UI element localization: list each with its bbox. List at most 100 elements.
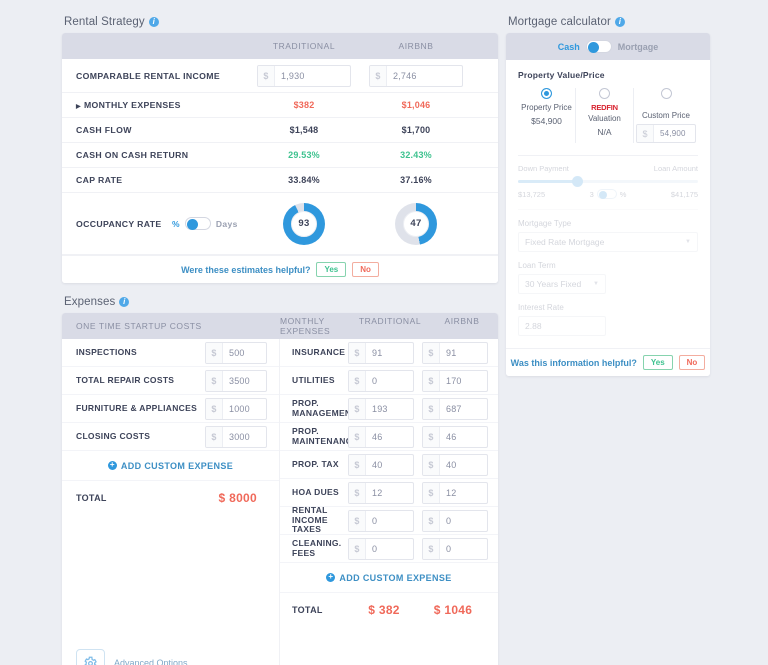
advanced-options-row[interactable]: Advanced Options: [62, 635, 279, 665]
table-row: PROP. MANAGEMENT $ 193 $ 687: [280, 395, 498, 423]
add-custom-expense-startup-button[interactable]: + ADD CUSTOM EXPENSE: [62, 451, 279, 481]
mortgage-calculator-title-text: Mortgage calculator: [508, 16, 611, 28]
loan-term-select[interactable]: 30 Years Fixed ▼: [518, 274, 606, 294]
down-payment-slider[interactable]: [518, 176, 698, 187]
toggle-label-percent: %: [172, 218, 180, 229]
toggle-label-days: Days: [215, 218, 238, 229]
currency-prefix: $: [423, 426, 440, 447]
info-icon[interactable]: i: [119, 297, 130, 307]
insurance-traditional-input[interactable]: $ 91: [348, 341, 414, 364]
expenses-table-header: ONE TIME STARTUP COSTS MONTHLY EXPENSES …: [62, 313, 498, 339]
prop-management-airbnb-input[interactable]: $ 687: [422, 397, 488, 420]
prop-tax-traditional-input[interactable]: $ 40: [348, 453, 414, 476]
toggle-switch[interactable]: [184, 217, 211, 230]
toggle-label-cash: Cash: [557, 41, 580, 52]
prop-management-traditional-input[interactable]: $ 193: [348, 397, 414, 420]
toggle-knob: [186, 219, 198, 230]
utilities-traditional-wrap: $ 0: [348, 369, 414, 392]
radio-button-property-price[interactable]: [541, 88, 552, 99]
input-value: 46: [446, 431, 457, 442]
input-value: 0: [446, 515, 452, 526]
currency-prefix: $: [423, 482, 440, 503]
add-custom-expense-monthly-button[interactable]: + ADD CUSTOM EXPENSE: [280, 563, 498, 593]
feedback-no-button[interactable]: No: [352, 262, 379, 277]
plus-icon: +: [107, 460, 117, 470]
feedback-no-button[interactable]: No: [678, 355, 706, 370]
input-value: 0: [446, 543, 452, 554]
traditional-cell: 33.84%: [288, 175, 320, 185]
prop-tax-airbnb-input[interactable]: $ 40: [422, 453, 488, 476]
custom-price-input[interactable]: $ 54,900: [636, 124, 696, 143]
currency-prefix: $: [206, 426, 223, 447]
price-option-name: Custom Price: [641, 111, 690, 120]
hoa-dues-traditional-input[interactable]: $ 12: [348, 481, 414, 504]
input-value: 40: [372, 459, 383, 470]
feedback-question: Was this information helpful?: [510, 357, 637, 368]
currency-prefix: $: [206, 370, 223, 391]
cash-mortgage-toggle[interactable]: Cash Mortgage: [506, 33, 710, 60]
monthly-total-traditional: $ 382: [368, 603, 400, 617]
input-value: 3500: [229, 375, 250, 386]
price-option-custom-price[interactable]: Custom Price $ 54,900: [633, 88, 698, 143]
utilities-airbnb-input[interactable]: $ 170: [422, 369, 488, 392]
percent-amount-toggle[interactable]: 3 %: [590, 189, 626, 199]
feedback-yes-button[interactable]: Yes: [316, 262, 347, 277]
table-row: INSURANCE $ 91 $ 91: [280, 339, 498, 367]
currency-prefix: $: [423, 538, 440, 559]
price-option-valuation[interactable]: REDFIN Valuation N/A: [575, 88, 633, 143]
utilities-traditional-input[interactable]: $ 0: [348, 369, 414, 392]
toggle-switch[interactable]: [585, 40, 612, 53]
divider: [518, 209, 698, 210]
occupancy-unit-toggle[interactable]: % Days: [172, 217, 238, 230]
currency-prefix: $: [349, 426, 366, 447]
table-row-cash-flow: CASH FLOW $1,548 $1,700: [62, 118, 498, 143]
expenses-title: Expenses i: [64, 296, 498, 308]
prop-management-traditional-wrap: $ 193: [348, 397, 414, 420]
input-value: 0: [372, 543, 378, 554]
info-icon[interactable]: i: [614, 17, 625, 27]
expense-label: INSPECTIONS: [76, 346, 137, 357]
total-repair-costs-input[interactable]: $ 3500: [205, 369, 267, 392]
slider-handle[interactable]: [572, 176, 583, 187]
toggle-switch[interactable]: [596, 189, 617, 199]
furniture-appliances-input[interactable]: $ 1000: [205, 397, 267, 420]
closing-costs-input[interactable]: $ 3000: [205, 425, 267, 448]
rental-strategy-section: Rental Strategy i TRADITIONAL AIRBNB COM…: [62, 16, 498, 283]
inspections-input[interactable]: $ 500: [205, 341, 267, 364]
monthly-total-airbnb: $ 1046: [433, 603, 473, 617]
cleaning-fees-traditional-input[interactable]: $ 0: [348, 537, 414, 560]
cleaning-fees-airbnb-input[interactable]: $ 0: [422, 537, 488, 560]
traditional-cell: $1,548: [289, 125, 319, 135]
down-payment-value: $13,725: [518, 189, 546, 199]
header-traditional: TRADITIONAL: [358, 316, 422, 326]
feedback-yes-button[interactable]: Yes: [642, 355, 673, 370]
hoa-dues-airbnb-input[interactable]: $ 12: [422, 481, 488, 504]
rental-income-taxes-airbnb-input[interactable]: $ 0: [422, 509, 488, 532]
prop-maintenance-traditional-input[interactable]: $ 46: [348, 425, 414, 448]
rental-strategy-title-text: Rental Strategy: [64, 16, 145, 28]
gear-icon[interactable]: [76, 648, 105, 665]
price-option-property-price[interactable]: Property Price $54,900: [518, 88, 575, 143]
prop-maintenance-airbnb-input[interactable]: $ 46: [422, 425, 488, 448]
radio-button-custom-price[interactable]: [660, 88, 672, 99]
expense-label: TOTAL REPAIR COSTS: [76, 374, 175, 385]
row-label: COMPARABLE RENTAL INCOME: [76, 70, 221, 81]
comparable-rental-income-airbnb-input[interactable]: $ 2,746: [369, 64, 463, 87]
expenses-card: ONE TIME STARTUP COSTS MONTHLY EXPENSES …: [62, 313, 498, 665]
radio-button-valuation[interactable]: [599, 88, 610, 99]
interest-rate-input[interactable]: 2.88: [518, 316, 606, 336]
table-row-monthly-expenses[interactable]: ▶ MONTHLY EXPENSES $382 $1,046: [62, 93, 498, 118]
comparable-rental-income-traditional-input[interactable]: $ 1,930: [257, 64, 351, 87]
airbnb-cell: 47: [360, 202, 472, 245]
rental-income-taxes-traditional-input[interactable]: $ 0: [348, 509, 414, 532]
traditional-cell: 93: [248, 202, 360, 245]
mortgage-type-select[interactable]: Fixed Rate Mortgage ▼: [518, 232, 698, 252]
info-icon[interactable]: i: [148, 17, 159, 27]
input-value: 12: [372, 487, 383, 498]
input-value: 91: [446, 347, 457, 358]
interest-rate-label: Interest Rate: [518, 303, 564, 312]
toggle-knob: [587, 42, 599, 53]
loan-amount-value: $41,175: [670, 189, 698, 199]
insurance-airbnb-input[interactable]: $ 91: [422, 341, 488, 364]
row-label-expandable[interactable]: ▶ MONTHLY EXPENSES: [62, 100, 248, 110]
